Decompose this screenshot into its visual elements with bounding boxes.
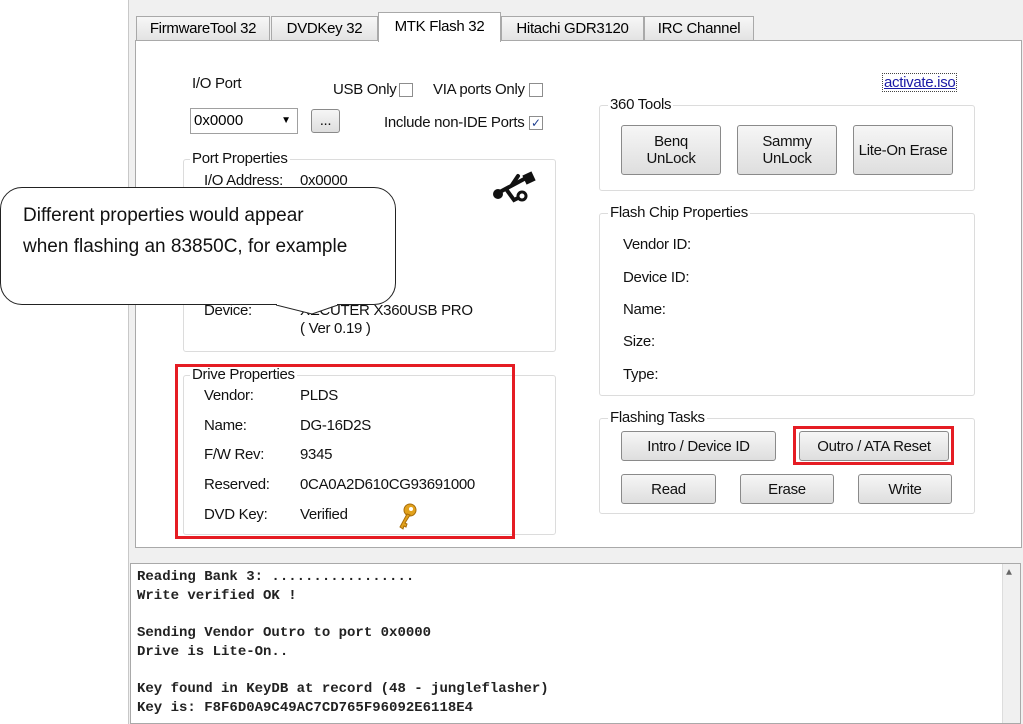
360-tools-title: 360 Tools [608,96,674,113]
log-output[interactable]: Reading Bank 3: ................. Write … [130,563,1021,724]
log-line: Sending Vendor Outro to port 0x0000 [137,625,432,641]
tab-irc-channel[interactable]: IRC Channel [644,16,754,40]
benq-unlock-button[interactable]: Benq UnLock [621,125,721,175]
callout-bubble: Different properties would appear when f… [0,187,396,305]
io-port-label: I/O Port [192,75,242,92]
include-non-ide-label: Include non-IDE Ports [384,114,525,131]
lite-on-erase-button[interactable]: Lite-On Erase [853,125,953,175]
read-button[interactable]: Read [621,474,716,504]
sammy-unlock-button[interactable]: Sammy UnLock [737,125,837,175]
via-ports-only-checkbox[interactable] [529,83,543,97]
device-id-label: Device ID: [623,269,690,286]
chip-type-label: Type: [623,366,659,383]
activate-iso-link[interactable]: activate.iso [882,73,958,92]
flashing-tasks-title: Flashing Tasks [608,409,707,426]
callout-text-line2: when flashing an 83850C, for example [23,236,348,257]
include-non-ide-checkbox[interactable]: ✓ [529,116,543,130]
intro-device-id-button[interactable]: Intro / Device ID [621,431,776,461]
io-port-value: 0x0000 [194,112,244,129]
flash-chip-properties-title: Flash Chip Properties [608,204,750,221]
chip-name-label: Name: [623,301,666,318]
outro-button-highlight [793,426,954,465]
write-button[interactable]: Write [858,474,952,504]
log-line: Reading Bank 3: ................. [137,569,415,585]
log-scrollbar[interactable]: ▲ [1002,564,1020,723]
tab-firmwaretool[interactable]: FirmwareTool 32 [136,16,270,40]
checkmark-icon: ✓ [530,116,542,130]
usb-only-label: USB Only [333,81,397,98]
scroll-up-icon[interactable]: ▲ [1006,568,1012,579]
usb-icon [490,168,540,210]
callout-text-line1: Different properties would appear [23,205,304,226]
chevron-down-icon: ▼ [281,115,291,126]
tab-dvdkey[interactable]: DVDKey 32 [271,16,378,40]
log-line: Key found in KeyDB at record (48 - jungl… [137,681,549,697]
chip-size-label: Size: [623,333,655,350]
log-line: Write verified OK ! [137,588,297,604]
tab-hitachi[interactable]: Hitachi GDR3120 [501,16,644,40]
port-properties-title: Port Properties [190,150,290,167]
device-version: ( Ver 0.19 ) [300,320,371,337]
io-port-select[interactable]: 0x0000 ▼ [190,108,298,134]
vendor-id-label: Vendor ID: [623,236,691,253]
log-line: Drive is Lite-On.. [137,644,289,660]
log-line: Key is: F8F6D0A9C49AC7CD765F96092E6118E4 [137,700,474,716]
browse-button[interactable]: ... [311,109,340,133]
erase-button[interactable]: Erase [740,474,834,504]
via-ports-only-label: VIA ports Only [433,81,525,98]
usb-only-checkbox[interactable] [399,83,413,97]
callout-pointer [275,298,340,320]
drive-properties-highlight [175,364,515,539]
tab-mtk-flash[interactable]: MTK Flash 32 [378,12,501,42]
